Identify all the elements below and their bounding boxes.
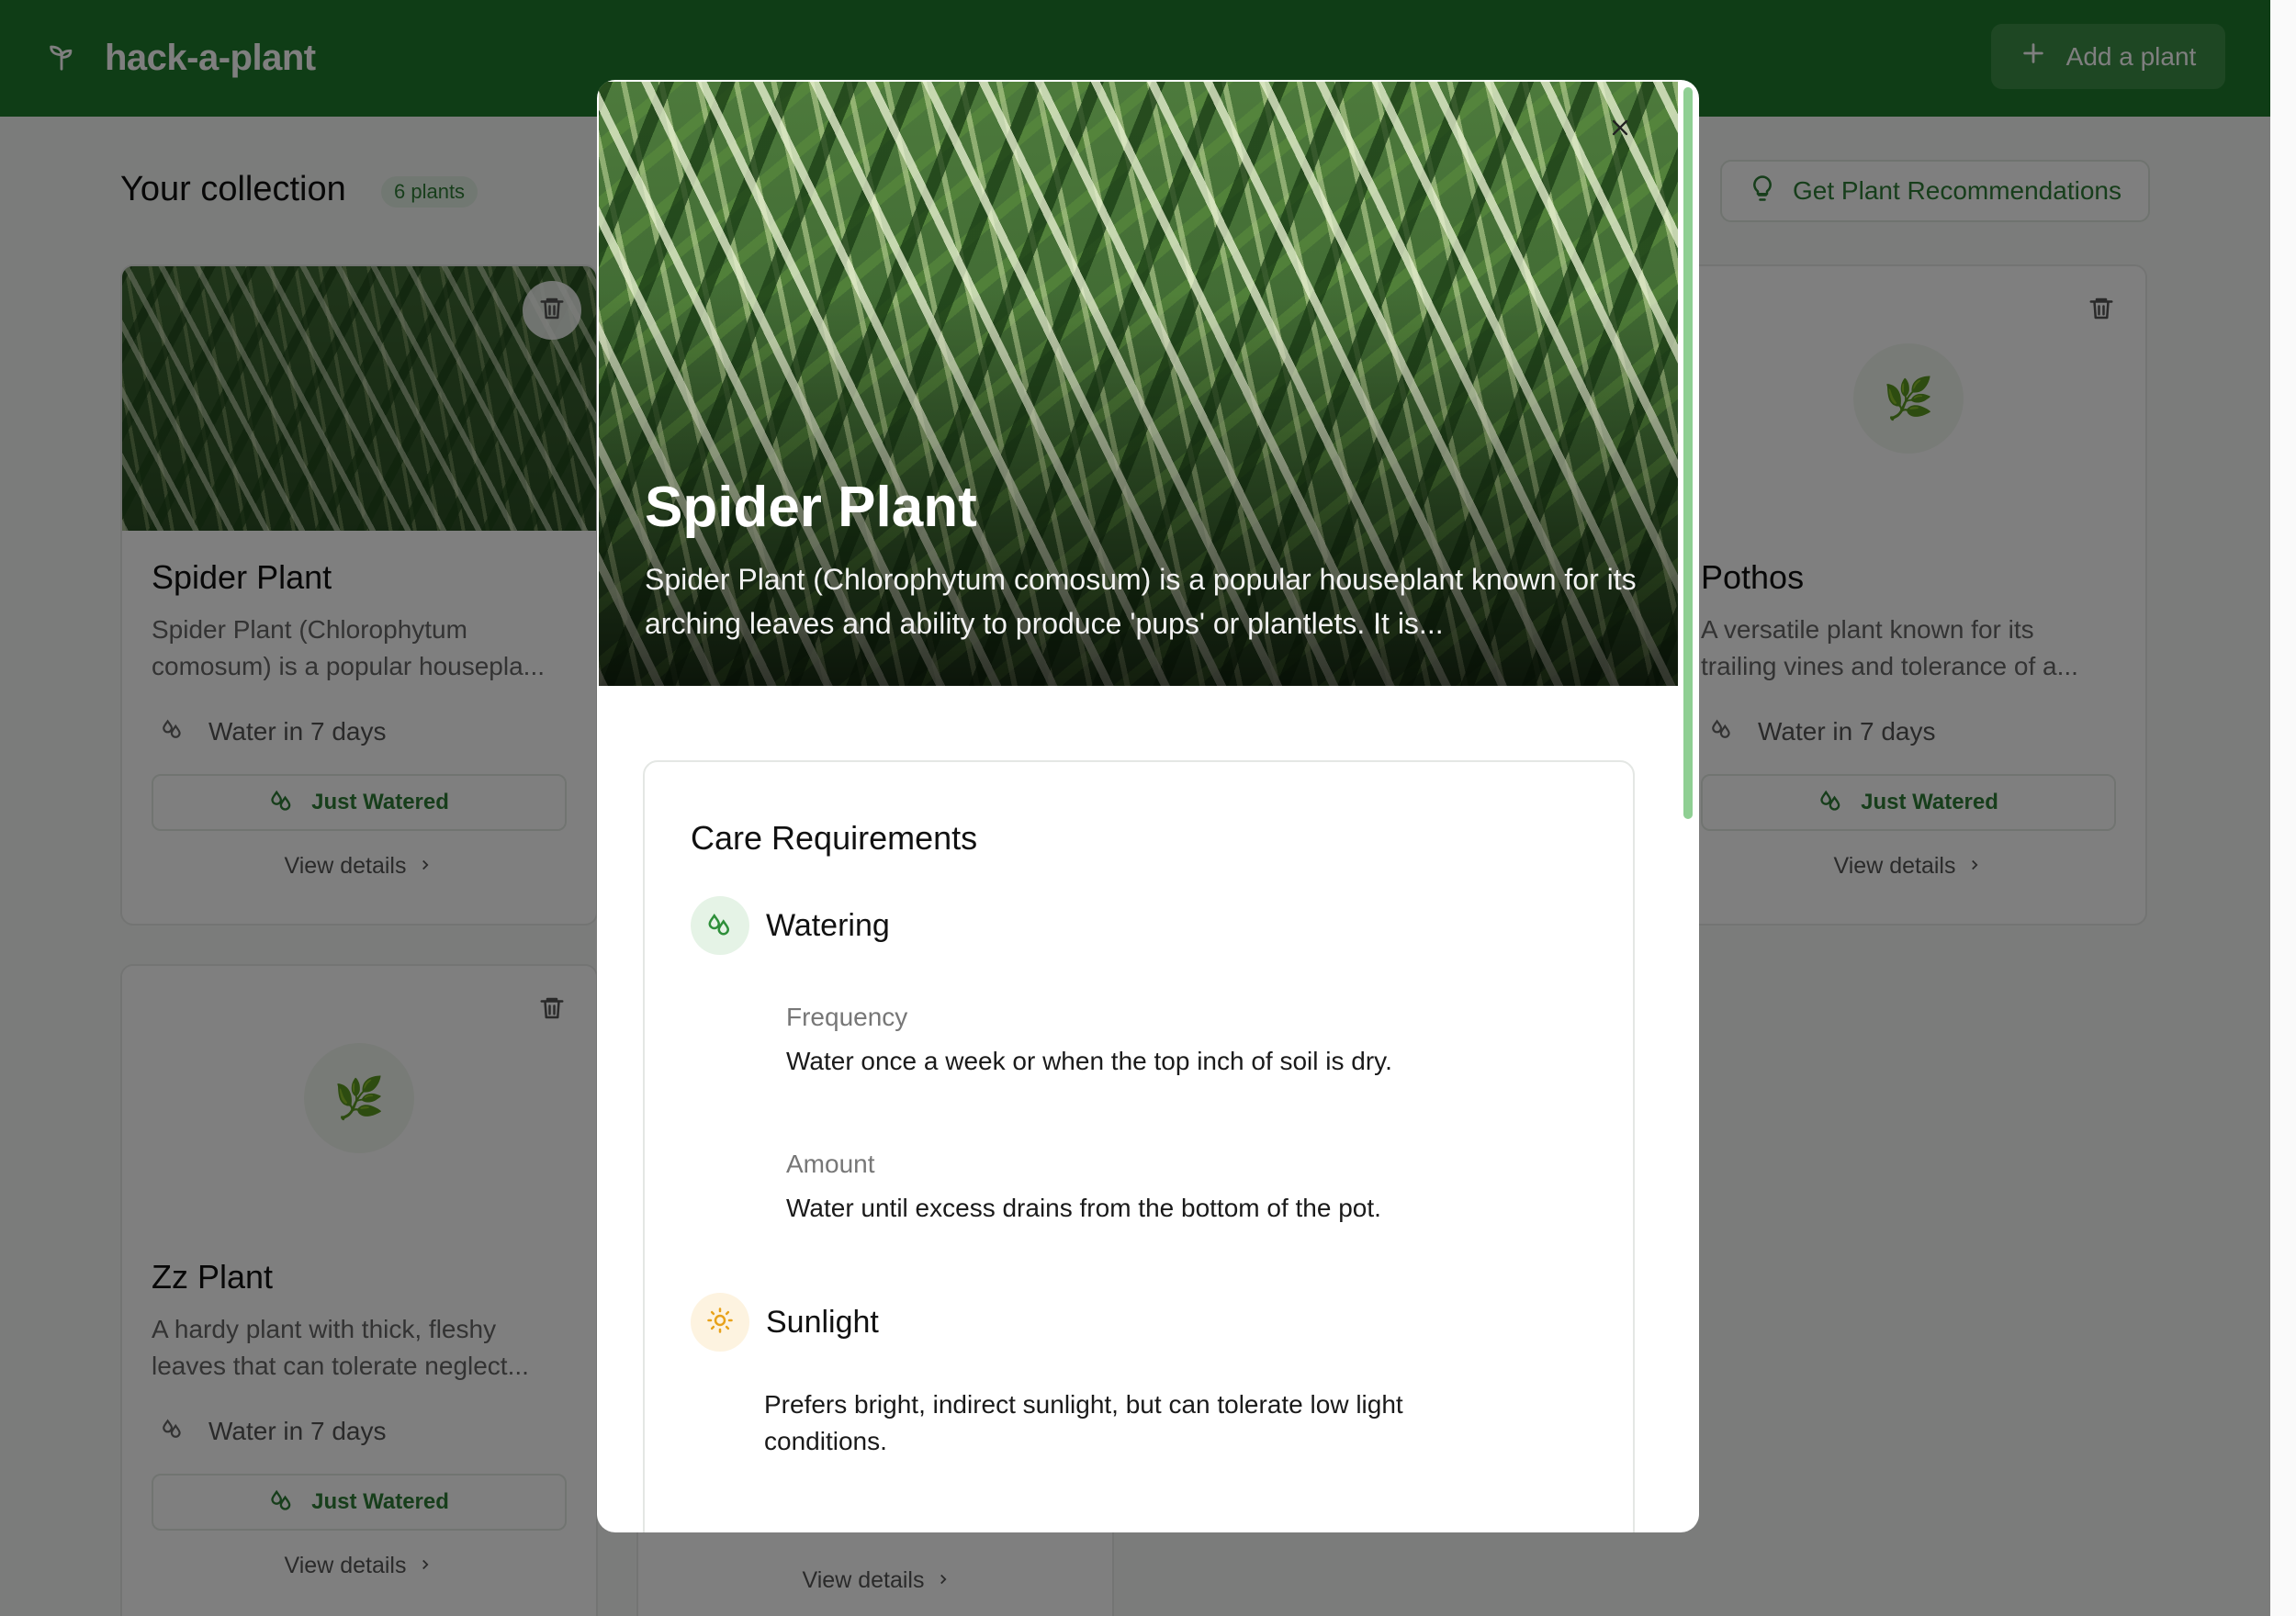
sunlight-value: Prefers bright, indirect sunlight, but c…: [764, 1390, 1403, 1455]
close-icon: [1607, 115, 1633, 145]
modal-scrollbar[interactable]: [1683, 87, 1693, 819]
modal-plant-title: Spider Plant: [645, 476, 977, 539]
amount-value: Water until excess drains from the botto…: [786, 1194, 1381, 1222]
modal-plant-description: Spider Plant (Chlorophytum comosum) is a…: [645, 563, 1637, 640]
sun-icon: [706, 1307, 734, 1339]
page-scroll-gutter: [2270, 0, 2296, 1616]
close-button[interactable]: [1600, 109, 1640, 150]
sunlight-label: Sunlight: [766, 1304, 879, 1340]
watering-label: Watering: [766, 907, 890, 943]
frequency-value: Water once a week or when the top inch o…: [786, 1047, 1392, 1075]
plant-detail-modal: Spider Plant Spider Plant (Chlorophytum …: [597, 80, 1699, 1532]
watering-icon-badge: [691, 896, 749, 955]
watering-header: Watering: [691, 896, 890, 955]
plant-hero-photo: Spider Plant Spider Plant (Chlorophytum …: [599, 82, 1678, 686]
care-requirements-card: Care Requirements Watering Frequency Wat…: [643, 760, 1635, 1532]
care-requirements-title: Care Requirements: [691, 819, 978, 857]
amount-label: Amount: [786, 1150, 875, 1178]
sunlight-icon-badge: [691, 1293, 749, 1352]
sunlight-header: Sunlight: [691, 1293, 879, 1352]
droplets-icon: [706, 910, 734, 942]
frequency-label: Frequency: [786, 1003, 908, 1031]
